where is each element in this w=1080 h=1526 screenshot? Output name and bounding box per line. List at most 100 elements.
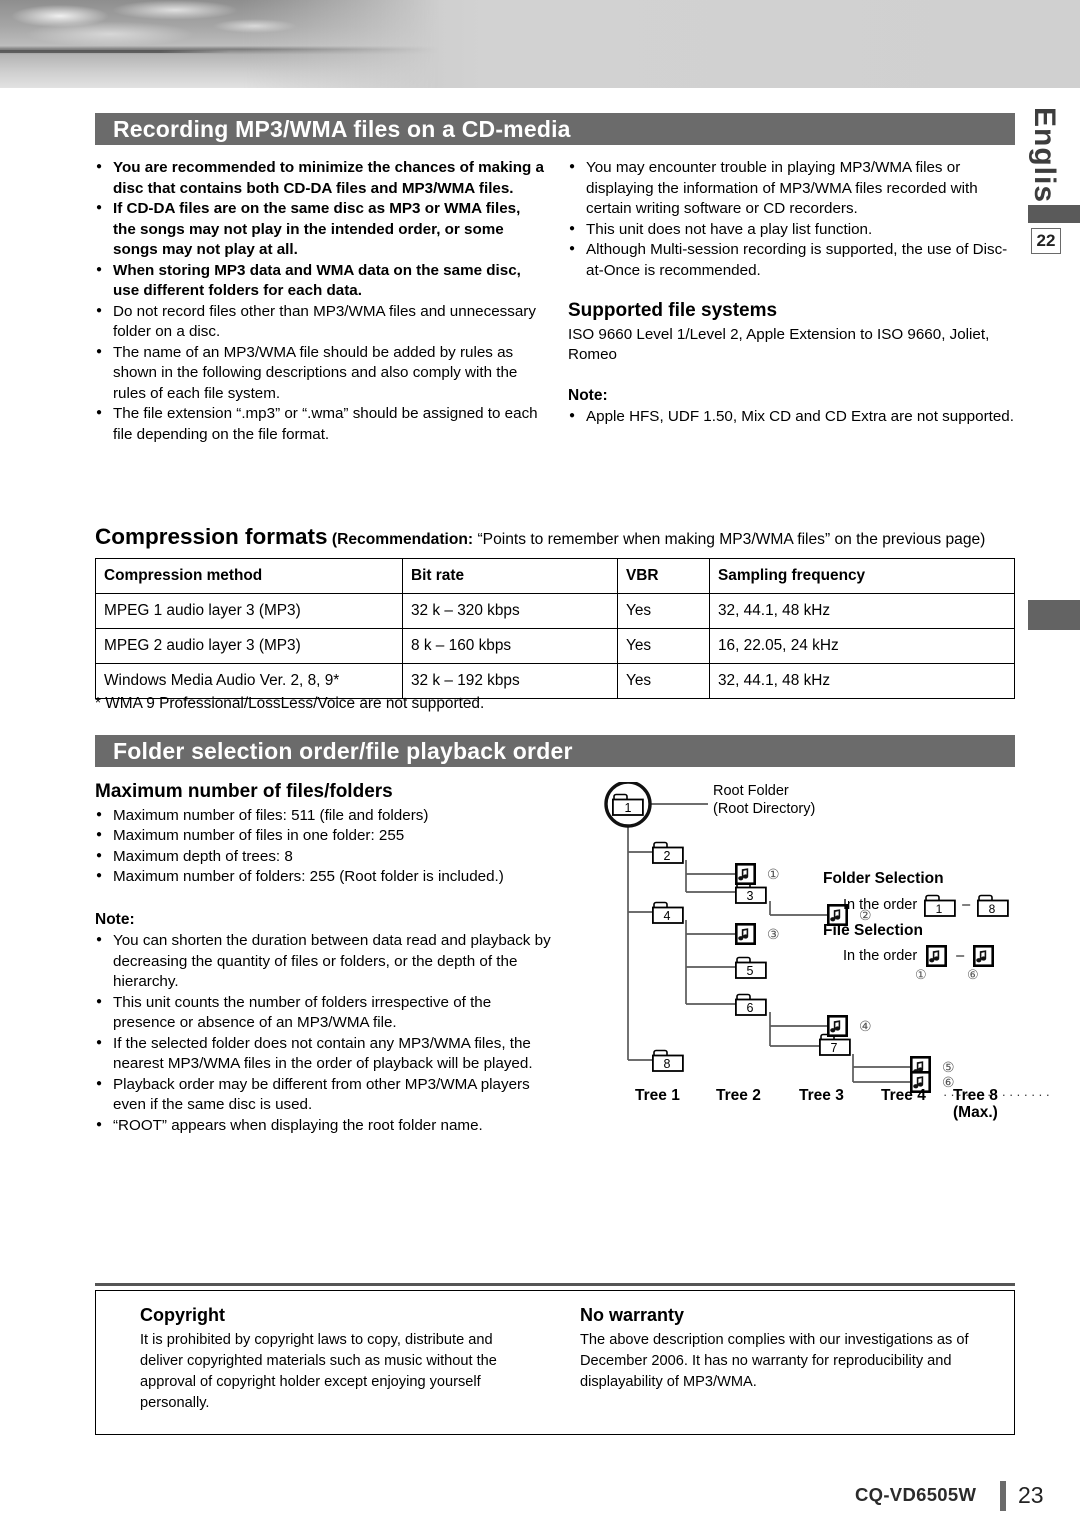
folder-left-column: Maximum number of files/folders Maximum … (95, 781, 555, 1136)
supported-note-bullet-1: Apple HFS, UDF 1.50, Mix CD and CD Extra… (568, 406, 1020, 428)
file-selection-legend-last-number: ⑥ (967, 967, 979, 982)
table-header-cell-4: Sampling frequency (709, 558, 1015, 594)
recording-left-bullet-list: You are recommended to minimize the chan… (95, 157, 547, 445)
table-row: MPEG 2 audio layer 3 (MP3) 8 k – 160 kbps… (95, 628, 1015, 664)
recording-right-bullet-list: You may encounter trouble in playing MP3… (568, 157, 1020, 281)
footer-model-number: CQ-VD6505W (855, 1484, 977, 1505)
tree-label-max: (Max.) (953, 1104, 998, 1121)
header-banner-image (0, 0, 1080, 88)
max-files-folders-bullet-list: Maximum number of files: 511 (file and f… (95, 805, 555, 888)
recording-right-bullet-1: You may encounter trouble in playing MP3… (568, 157, 1020, 220)
compression-formats-table: Compression method Bit rate VBR Sampling fr… (95, 558, 1015, 699)
supported-note-bullet-list: Apple HFS, UDF 1.50, Mix CD and CD Extra… (568, 406, 1020, 428)
side-page-reference: 22 (1031, 228, 1061, 254)
table-cell-r2-c1: MPEG 2 audio layer 3 (MP3) (95, 628, 403, 664)
banner-photo-horizon (0, 50, 230, 53)
file-selection-heading: File Selection (823, 922, 923, 939)
file-number-3: ③ (767, 926, 780, 942)
folder-number-8: 8 (664, 1057, 671, 1071)
folder-icon-legend-last: 8 (977, 894, 1010, 917)
compression-formats-title: Compression formats (95, 524, 328, 549)
table-cell-r2-c4: 16, 22.05, 24 kHz (709, 628, 1015, 664)
tree-label-3: Tree 3 (799, 1087, 844, 1104)
max-bullet-4: Maximum number of folders: 255 (Root fol… (95, 866, 555, 888)
table-cell-r3-c1: Windows Media Audio Ver. 2, 8, 9* (95, 663, 403, 699)
folder-legend-last-number: 8 (989, 902, 996, 916)
file-selection-legend: In the order – (843, 944, 995, 968)
recording-right-bullet-3: Although Multi-session recording is supp… (568, 239, 1020, 281)
folder-note-heading: Note: (95, 910, 135, 928)
folder-note-bullet-4: Playback order may be different from oth… (95, 1074, 555, 1116)
table-row: Windows Media Audio Ver. 2, 8, 9* 32 k – … (95, 663, 1015, 699)
compression-recommendation-text: “Points to remember when making MP3/WMA … (473, 531, 986, 548)
folder-note-bullet-1: You can shorten the duration between dat… (95, 930, 555, 993)
tree-label-1: Tree 1 (635, 1087, 680, 1104)
side-tab-marker (1028, 205, 1080, 223)
copyright-column: Copyright It is prohibited by copyright … (140, 1305, 530, 1414)
table-cell-r1-c3: Yes (617, 593, 710, 629)
recording-left-bullet-4: Do not record files other than MP3/WMA f… (95, 301, 547, 343)
folder-note-bullet-list: You can shorten the duration between dat… (95, 930, 555, 1136)
folder-number-4: 4 (664, 909, 671, 923)
banner-photo-sky (0, 0, 440, 88)
copyright-body: It is prohibited by copyright laws to co… (140, 1332, 497, 1411)
recording-right-bullet-2: This unit does not have a play list func… (568, 219, 1020, 241)
warranty-heading: No warranty (580, 1305, 685, 1325)
folder-number-7: 7 (831, 1041, 838, 1055)
table-body: MPEG 1 audio layer 3 (MP3) 32 k – 320 kbp… (95, 593, 1015, 699)
table-cell-r3-c2: 32 k – 192 kbps (402, 663, 618, 699)
table-header-cell-1: Compression method (95, 558, 403, 594)
folder-number-6: 6 (747, 1001, 754, 1015)
table-cell-r2-c3: Yes (617, 628, 710, 664)
table-cell-r1-c2: 32 k – 320 kbps (402, 593, 618, 629)
footer-page-number: 23 (1018, 1482, 1044, 1508)
max-bullet-3: Maximum depth of trees: 8 (95, 846, 555, 868)
music-file-icon-1 (735, 863, 756, 885)
folder-selection-heading: Folder Selection (823, 870, 944, 887)
warranty-column: No warranty The above description compli… (580, 1305, 1000, 1393)
supported-file-systems-body: ISO 9660 Level 1/Level 2, Apple Extensio… (568, 325, 990, 364)
recording-left-bullet-3: When storing MP3 data and WMA data on th… (95, 260, 547, 302)
compression-recommendation-label: (Recommendation: (331, 531, 474, 548)
file-selection-legend-first-number: ① (915, 967, 927, 982)
folder-selection-legend: In the order 1 – 8 (843, 893, 1010, 917)
file-number-4: ④ (859, 1018, 872, 1034)
music-file-icon-4 (827, 1015, 848, 1037)
recording-left-bullet-5: The name of an MP3/WMA file should be ad… (95, 342, 547, 405)
table-cell-r1-c1: MPEG 1 audio layer 3 (MP3) (95, 593, 403, 629)
compression-table-footnote: * WMA 9 Professional/LossLess/Voice are … (95, 695, 485, 712)
copyright-heading: Copyright (140, 1305, 225, 1325)
supported-file-systems-heading: Supported file systems (568, 300, 778, 321)
section-heading-folder-selection: Folder selection order/file playback ord… (95, 735, 1015, 767)
recording-left-bullet-2: If CD-DA files are on the same disc as M… (95, 198, 547, 261)
table-header-cell-2: Bit rate (402, 558, 618, 594)
root-folder-label: Root Folder (Root Directory) (713, 783, 816, 817)
recording-right-column: You may encounter trouble in playing MP3… (568, 157, 1020, 428)
warranty-body: The above description complies with our … (580, 1332, 969, 1390)
table-row: MPEG 1 audio layer 3 (MP3) 32 k – 320 kbp… (95, 593, 1015, 629)
side-tab-marker-secondary (1028, 600, 1080, 630)
compression-formats-heading: Compression formats (Recommendation: “Po… (95, 524, 1020, 550)
recording-left-bullet-1: You are recommended to minimize the chan… (95, 157, 547, 199)
max-files-folders-heading: Maximum number of files/folders (95, 781, 393, 802)
folder-tree-diagram: 1 2 3 4 5 6 7 8 ① ② ③ ④ ⑤ ⑥ Root Folder … (595, 782, 1050, 1121)
section-heading-recording: Recording MP3/WMA files on a CD-media (95, 113, 1015, 145)
supported-note-heading: Note: (568, 386, 608, 404)
tree-label-2: Tree 2 (716, 1087, 761, 1104)
max-bullet-2: Maximum number of files in one folder: 2… (95, 825, 555, 847)
tree-label-8: Tree 8 (953, 1087, 998, 1104)
table-cell-r2-c2: 8 k – 160 kbps (402, 628, 618, 664)
table-cell-r3-c3: Yes (617, 663, 710, 699)
music-file-icon-legend-first (926, 945, 948, 967)
folder-legend-first-number: 1 (936, 902, 943, 916)
folder-number-2: 2 (664, 849, 671, 863)
table-cell-r3-c4: 32, 44.1, 48 kHz (709, 663, 1015, 699)
recording-left-column: You are recommended to minimize the chan… (95, 157, 547, 445)
music-file-icon-3 (735, 923, 756, 945)
folder-note-bullet-3: If the selected folder does not contain … (95, 1033, 555, 1075)
file-number-1: ① (767, 866, 780, 882)
folder-note-bullet-2: This unit counts the number of folders i… (95, 992, 555, 1034)
bottom-divider-rule (95, 1283, 1015, 1286)
table-header-cell-3: VBR (617, 558, 710, 594)
music-file-icon-legend-last (973, 945, 995, 967)
